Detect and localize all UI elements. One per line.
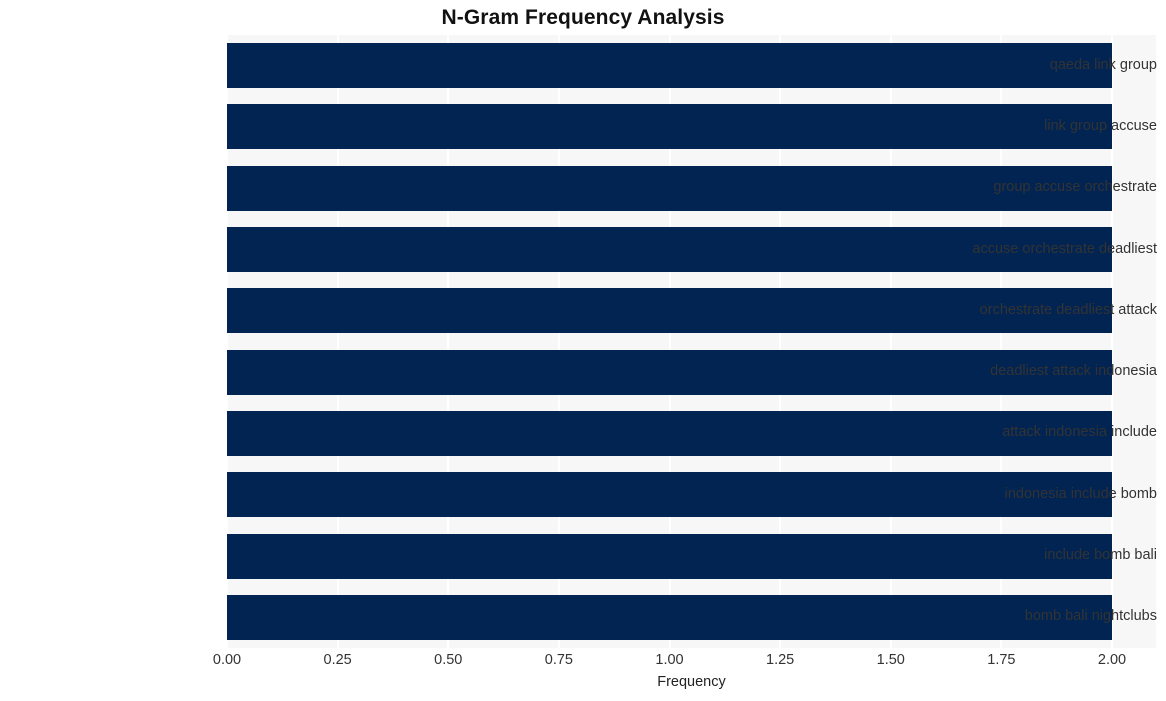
y-axis-tick-label: include bomb bali — [1044, 547, 1157, 564]
y-axis-tick-label: accuse orchestrate deadliest — [972, 240, 1157, 257]
x-axis-tick-label: 0.25 — [323, 652, 352, 668]
chart-figure: N-Gram Frequency Analysis qaeda link gro… — [0, 0, 1166, 701]
chart-title: N-Gram Frequency Analysis — [441, 6, 725, 29]
x-axis-tick-label: 1.25 — [766, 652, 795, 668]
x-axis-tick-label: 0.75 — [544, 652, 573, 668]
x-axis-tick-label: 0.50 — [434, 652, 463, 668]
y-axis-tick-label: bomb bali nightclubs — [1024, 608, 1157, 625]
y-axis-tick-label: attack indonesia include — [1002, 424, 1157, 441]
y-axis-tick-label: group accuse orchestrate — [993, 179, 1157, 196]
x-axis-tick-label: 1.75 — [987, 652, 1016, 668]
y-axis-tick-label: link group accuse — [1044, 117, 1157, 134]
y-axis-tick-label: indonesia include bomb — [1004, 485, 1157, 502]
x-axis-tick-label: 0.00 — [212, 652, 242, 668]
x-axis-tick-label: 2.00 — [1097, 652, 1127, 668]
x-axis-label: Frequency — [657, 674, 726, 690]
y-axis-tick-label: orchestrate deadliest attack — [979, 301, 1157, 318]
y-axis-tick-label: qaeda link group — [1049, 56, 1157, 73]
x-axis-tick-label: 1.50 — [876, 652, 905, 668]
y-axis-tick-label: deadliest attack indonesia — [990, 363, 1157, 380]
x-axis-tick-label: 1.00 — [655, 652, 684, 668]
